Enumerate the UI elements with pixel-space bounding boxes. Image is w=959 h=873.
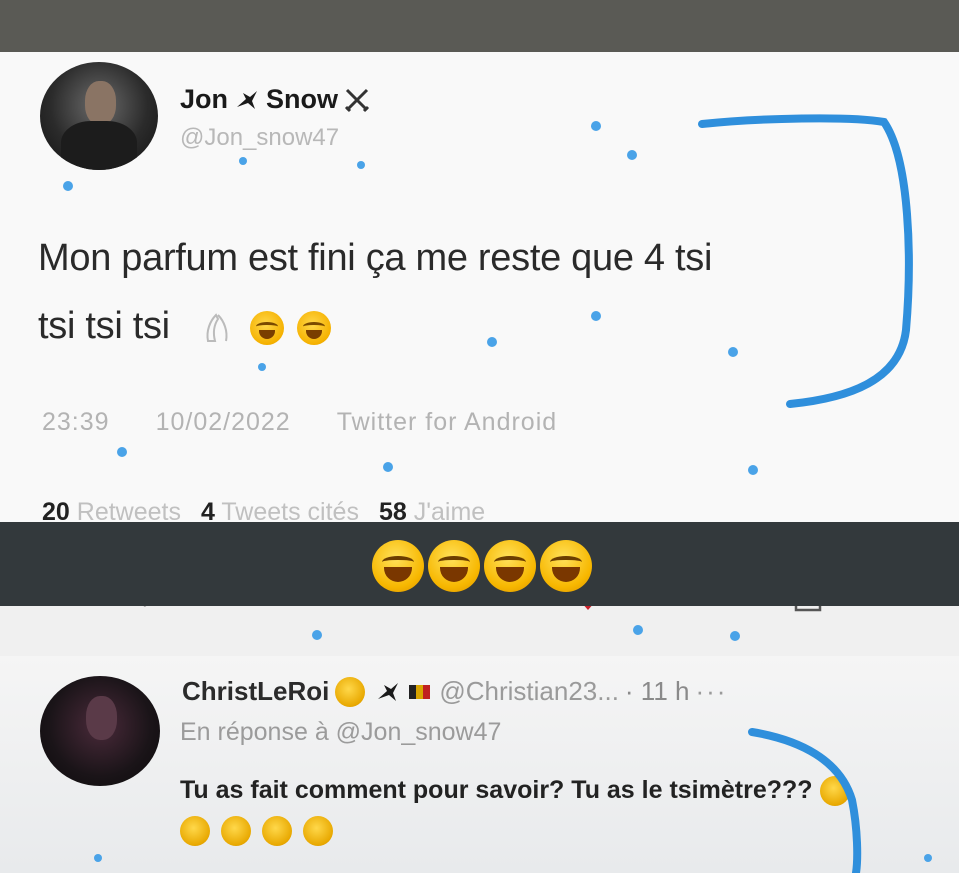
display-name-row[interactable]: Jon Snow xyxy=(180,84,370,115)
tears-of-joy-emoji-icon xyxy=(220,816,251,847)
tweet-text-line-2-row: tsi tsi tsi xyxy=(38,292,908,360)
tweet-text-line-1: Mon parfum est fini ça me reste que 4 ts… xyxy=(38,237,713,279)
crossed-swords-icon xyxy=(344,88,370,112)
reply-age: · 11 h xyxy=(624,676,690,706)
more-options-icon[interactable]: ··· xyxy=(695,676,727,707)
top-dark-bar xyxy=(0,0,959,52)
tears-of-joy-emoji-icon xyxy=(261,816,292,847)
tweet-text-line-2: tsi tsi tsi xyxy=(38,305,170,347)
tears-of-joy-emoji-icon xyxy=(180,816,210,847)
tears-of-joy-emoji-icon xyxy=(819,776,850,807)
reply-display-name[interactable]: ChristLeRoi xyxy=(182,676,329,707)
tears-of-joy-emoji-icon xyxy=(484,540,536,592)
bird-icon xyxy=(237,90,258,109)
tweet-meta: 23:39 10/02/2022 Twitter for Android xyxy=(42,408,557,437)
avatar-face xyxy=(84,81,116,125)
reply-text-block: Tu as fait comment pour savoir? Tu as le… xyxy=(180,770,880,850)
avatar-body xyxy=(61,121,137,170)
avatar[interactable] xyxy=(40,62,158,170)
tears-of-joy-emoji-icon xyxy=(540,540,592,592)
tweet-time: 23:39 xyxy=(42,408,110,436)
crown-emoji-icon xyxy=(335,676,366,707)
reply-text: Tu as fait comment pour savoir? Tu as le… xyxy=(180,776,813,804)
tears-of-joy-emoji-icon xyxy=(302,816,333,847)
weary-face-emoji-icon xyxy=(250,310,285,345)
flag-icon xyxy=(409,684,431,699)
reply-header: ChristLeRoi @Christian23... · 11 h ··· xyxy=(182,676,727,707)
bird-icon xyxy=(378,682,399,701)
tweet-source[interactable]: Twitter for Android xyxy=(337,408,557,437)
tears-of-joy-emoji-icon xyxy=(428,540,480,592)
folded-hands-icon xyxy=(206,313,228,342)
reply-handle[interactable]: @Christian23... xyxy=(439,676,619,707)
display-name-last: Snow xyxy=(266,84,339,114)
in-reply-to[interactable]: En réponse à @Jon_snow47 xyxy=(180,718,501,747)
laugh-emoji-row xyxy=(372,540,592,592)
reply-avatar-face xyxy=(85,695,117,740)
tears-of-joy-emoji-icon xyxy=(372,540,424,592)
reply-avatar[interactable] xyxy=(40,676,160,786)
handle[interactable]: @Jon_snow47 xyxy=(180,124,339,152)
tweet-date: 10/02/2022 xyxy=(155,408,291,436)
weary-face-emoji-icon xyxy=(296,310,331,345)
tweet-text: Mon parfum est fini ça me reste que 4 ts… xyxy=(38,224,908,360)
display-name-first: Jon xyxy=(180,84,229,114)
